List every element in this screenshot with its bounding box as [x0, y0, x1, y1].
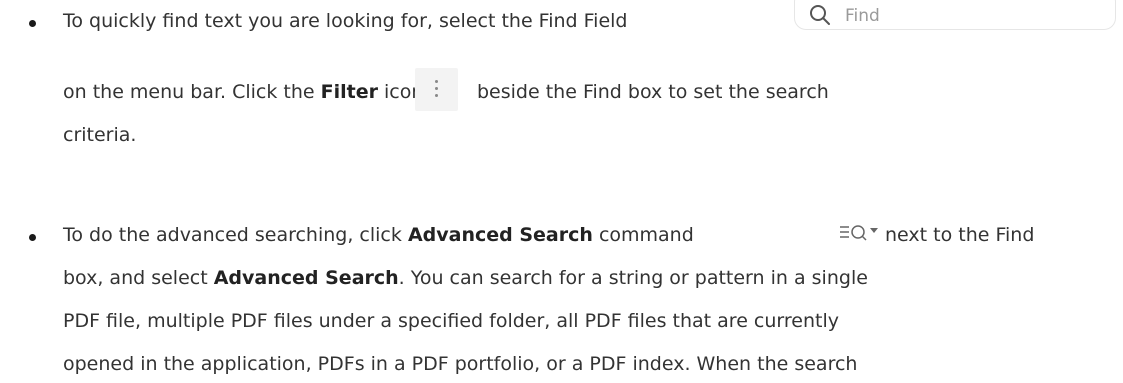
paragraph-line: box, and select Advanced Search. You can…: [63, 269, 868, 288]
search-icon: [810, 5, 830, 25]
find-field-image: Find: [794, 0, 1116, 30]
text: PDF file, multiple PDF files under a spe…: [63, 310, 839, 332]
paragraph-line: To do the advanced searching, click Adva…: [63, 226, 694, 245]
bold-term: Advanced Search: [407, 224, 593, 246]
text: command: [598, 224, 694, 246]
bold-term: Advanced Search: [213, 267, 399, 289]
bold-term: Filter: [320, 81, 378, 103]
text: To do the advanced searching, click: [63, 224, 402, 246]
kebab-menu-icon: [415, 68, 458, 111]
text: To quickly find text you are looking for…: [63, 10, 628, 32]
paragraph-line: PDF file, multiple PDF files under a spe…: [63, 312, 839, 331]
find-placeholder: Find: [845, 6, 880, 26]
text: box, and select: [63, 267, 208, 289]
bullet-point: [29, 234, 36, 241]
text: criteria.: [63, 124, 137, 146]
text: opened in the application, PDFs in a PDF…: [63, 353, 858, 375]
paragraph-line: on the menu bar. Click the Filter icon: [63, 83, 423, 102]
paragraph-line: To quickly find text you are looking for…: [63, 12, 628, 31]
paragraph-line: criteria.: [63, 126, 136, 145]
paragraph-line: next to the Find: [885, 226, 1034, 245]
text: on the menu bar. Click the: [63, 81, 315, 103]
text: . You can search for a string or pattern…: [398, 267, 868, 289]
document-page: To quickly find text you are looking for…: [0, 0, 1123, 383]
text: next to the Find: [885, 224, 1035, 246]
paragraph-line: beside the Find box to set the search: [477, 83, 829, 102]
text: beside the Find box to set the search: [477, 81, 829, 103]
advanced-search-icon: [840, 225, 878, 241]
paragraph-line: opened in the application, PDFs in a PDF…: [63, 355, 857, 374]
bullet-point: [29, 20, 36, 27]
